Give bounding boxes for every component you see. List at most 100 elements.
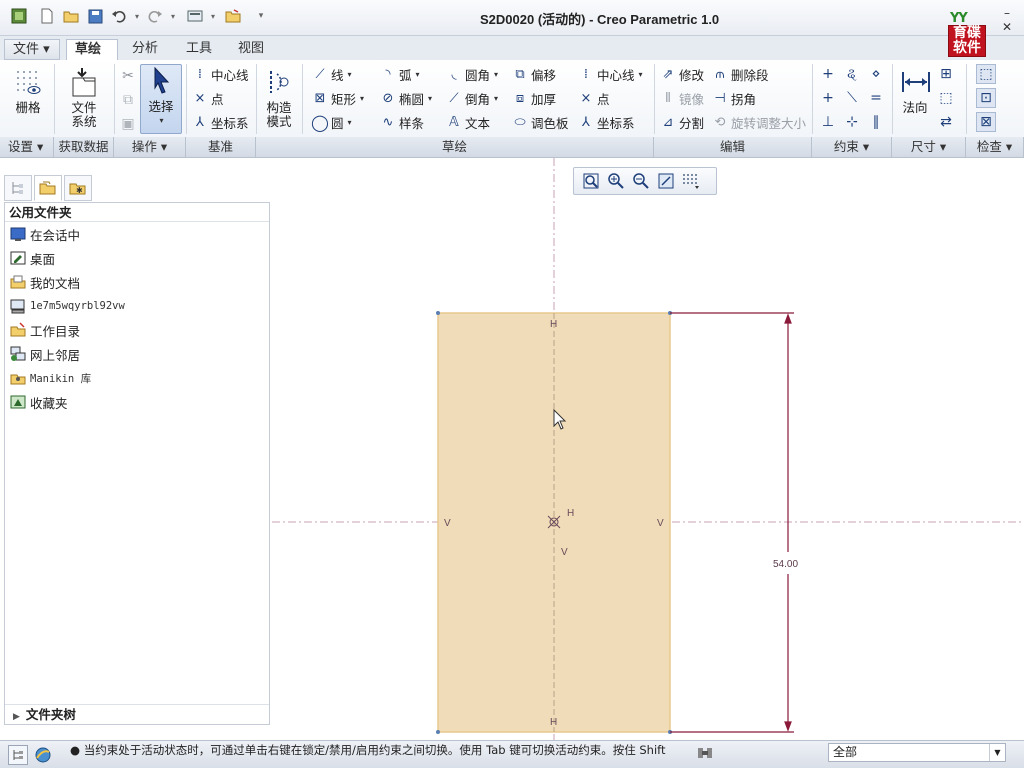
constrain-group-label[interactable]: 约束 ▾ xyxy=(812,137,892,157)
sketch-view-icon[interactable] xyxy=(655,170,677,192)
baseline-dimension-icon[interactable]: ⬚ xyxy=(936,88,956,108)
folder-item-network[interactable]: 网上邻居 xyxy=(10,344,80,364)
sketch-point-button[interactable]: × 点 xyxy=(578,87,610,109)
display-style-icon[interactable] xyxy=(680,170,702,192)
tab-tools[interactable]: 工具 xyxy=(178,39,220,60)
refit-icon[interactable] xyxy=(580,170,602,192)
modify-button[interactable]: ⇗ 修改 xyxy=(660,63,704,85)
folder-item-in-session[interactable]: 在会话中 xyxy=(10,224,80,244)
coincident-constraint-icon[interactable]: ⟍ xyxy=(842,88,862,108)
dimension-group-label[interactable]: 尺寸 ▾ xyxy=(892,137,966,157)
text-button[interactable]: 𝔸 文本 xyxy=(446,111,490,133)
regenerate-icon[interactable] xyxy=(186,7,204,25)
graphics-window[interactable]: 54.00 H H H V V V xyxy=(272,158,1024,740)
folder-tree-toggle[interactable]: ▶ 文件夹树 xyxy=(5,704,269,724)
construction-mode-button[interactable]: 构造 模式 xyxy=(262,66,296,129)
line-button[interactable]: ⟋ 线 ▾ xyxy=(312,63,351,85)
palette-button[interactable]: ⬭ 调色板 xyxy=(512,111,568,133)
constraint-v-center[interactable]: V xyxy=(561,547,568,558)
selection-filter-dropdown[interactable]: 全部 ▼ xyxy=(828,743,1006,762)
folder-item-working-directory[interactable]: 工作目录 xyxy=(10,320,80,340)
folder-item-computer[interactable]: 1e7m5wqyrbl92vw xyxy=(10,296,125,316)
redo-dropdown-icon[interactable]: ▾ xyxy=(164,7,182,25)
inspect-group-label[interactable]: 检查 ▾ xyxy=(966,137,1024,157)
midpoint-constraint-icon[interactable]: ⋄ xyxy=(866,64,886,84)
sketch-canvas[interactable]: 54.00 H H H V V V xyxy=(272,158,1024,740)
operations-group-label[interactable]: 操作 ▾ xyxy=(114,137,186,157)
minimize-icon[interactable]: – xyxy=(1000,6,1014,20)
constraint-v-right[interactable]: V xyxy=(657,518,664,529)
browser-toggle-icon[interactable] xyxy=(32,745,54,765)
folder-item-favorites[interactable]: 收藏夹 xyxy=(10,392,68,412)
spline-button[interactable]: ∿ 样条 xyxy=(380,111,424,133)
constraint-v-left[interactable]: V xyxy=(444,518,451,529)
tab-analysis[interactable]: 分析 xyxy=(124,39,166,60)
constraint-h-top[interactable]: H xyxy=(550,319,557,330)
sketch-centerline-button[interactable]: ⁞ 中心线 ▾ xyxy=(578,63,643,85)
grid-button[interactable]: 栅格 xyxy=(8,66,48,115)
delete-segment-button[interactable]: ⫙ 删除段 xyxy=(712,63,768,85)
tab-sketch[interactable]: 草绘 xyxy=(66,39,118,61)
tab-view[interactable]: 视图 xyxy=(230,39,272,60)
chamfer-button[interactable]: ⟋ 倒角 ▾ xyxy=(446,87,498,109)
navigator-toggle-icon[interactable] xyxy=(8,745,28,765)
copy-icon[interactable]: ⧉ xyxy=(118,90,138,110)
circle-button[interactable]: ◯ 圆 ▾ xyxy=(311,111,351,133)
sketch-coordsys-button[interactable]: ⅄ 坐标系 xyxy=(578,111,635,133)
divide-button[interactable]: ⊿ 分割 xyxy=(660,111,704,133)
rectangle-button[interactable]: ⊠ 矩形 ▾ xyxy=(312,87,364,109)
save-icon[interactable] xyxy=(86,7,104,25)
normal-dimension-button[interactable]: 法向 xyxy=(896,66,934,115)
open-folder-icon[interactable] xyxy=(62,7,80,25)
new-file-icon[interactable] xyxy=(38,7,56,25)
cut-icon[interactable]: ✂ xyxy=(118,66,138,86)
rotate-resize-button[interactable]: ⟲ 旋转调整大小 xyxy=(712,111,806,133)
favorites-tab[interactable]: ✱ xyxy=(64,175,92,201)
overlapping-geometry-icon[interactable]: ⬚ xyxy=(976,64,996,84)
close-icon[interactable]: ✕ xyxy=(1000,20,1014,34)
undo-dropdown-icon[interactable]: ▾ xyxy=(128,7,146,25)
zoom-out-icon[interactable] xyxy=(630,170,652,192)
vertex-bottom-left[interactable] xyxy=(436,730,440,734)
highlight-open-ends-icon[interactable]: ⊡ xyxy=(976,88,996,108)
paste-icon[interactable]: ▣ xyxy=(118,114,138,134)
perpendicular-constraint-icon[interactable]: ⊥ xyxy=(818,112,838,132)
datum-coordsys-button[interactable]: ⅄ 坐标系 xyxy=(192,111,249,133)
arc-button[interactable]: ◝ 弧 ▾ xyxy=(380,63,419,85)
settings-group-label[interactable]: 设置 ▾ xyxy=(0,137,54,157)
tangent-constraint-icon[interactable]: ୡ xyxy=(842,64,862,84)
windows-dropdown-icon[interactable]: ▾ xyxy=(204,7,222,25)
vertical-constraint-icon[interactable]: + xyxy=(818,64,838,84)
customize-toolbar-icon[interactable]: ▾ xyxy=(252,7,270,25)
folder-item-my-documents[interactable]: 我的文档 xyxy=(10,272,80,292)
folder-item-manikin-library[interactable]: Manikin 库 xyxy=(10,368,91,388)
tab-file[interactable]: 文件 ▾ xyxy=(4,39,60,60)
symmetric-constraint-icon[interactable]: ⊹ xyxy=(842,112,862,132)
parallel-constraint-icon[interactable]: ∥ xyxy=(866,112,886,132)
folder-item-desktop[interactable]: 桌面 xyxy=(10,248,55,268)
vertex-top-left[interactable] xyxy=(436,311,440,315)
close-window-icon[interactable] xyxy=(224,7,242,25)
selection-filter-icon[interactable] xyxy=(696,745,718,761)
folder-browser-tab[interactable] xyxy=(34,175,62,201)
dimension-value[interactable]: 54.00 xyxy=(773,559,798,570)
shade-closed-loops-icon[interactable]: ⊠ xyxy=(976,112,996,132)
file-system-button[interactable]: 文件 系统 xyxy=(62,66,106,129)
fillet-button[interactable]: ◟ 圆角 ▾ xyxy=(446,63,498,85)
perimeter-dimension-icon[interactable]: ⊞ xyxy=(936,64,956,84)
constraint-h-bottom[interactable]: H xyxy=(550,717,557,728)
equal-constraint-icon[interactable]: = xyxy=(866,88,886,108)
reference-dimension-icon[interactable]: ⇄ xyxy=(936,112,956,132)
datum-centerline-button[interactable]: ⁞ 中心线 xyxy=(192,63,249,85)
constraint-h-center[interactable]: H xyxy=(567,508,574,519)
redo-icon[interactable] xyxy=(146,7,164,25)
offset-button[interactable]: ⧉ 偏移 xyxy=(512,63,556,85)
select-button[interactable]: 选择 ▾ xyxy=(140,64,182,134)
chevron-down-icon[interactable]: ▼ xyxy=(989,744,1005,761)
zoom-in-icon[interactable] xyxy=(605,170,627,192)
model-tree-tab[interactable] xyxy=(4,175,32,201)
mirror-button[interactable]: ⫴ 镜像 xyxy=(660,87,704,109)
thicken-button[interactable]: ⧈ 加厚 xyxy=(512,87,556,109)
undo-icon[interactable] xyxy=(110,7,128,25)
horizontal-constraint-icon[interactable]: + xyxy=(818,88,838,108)
